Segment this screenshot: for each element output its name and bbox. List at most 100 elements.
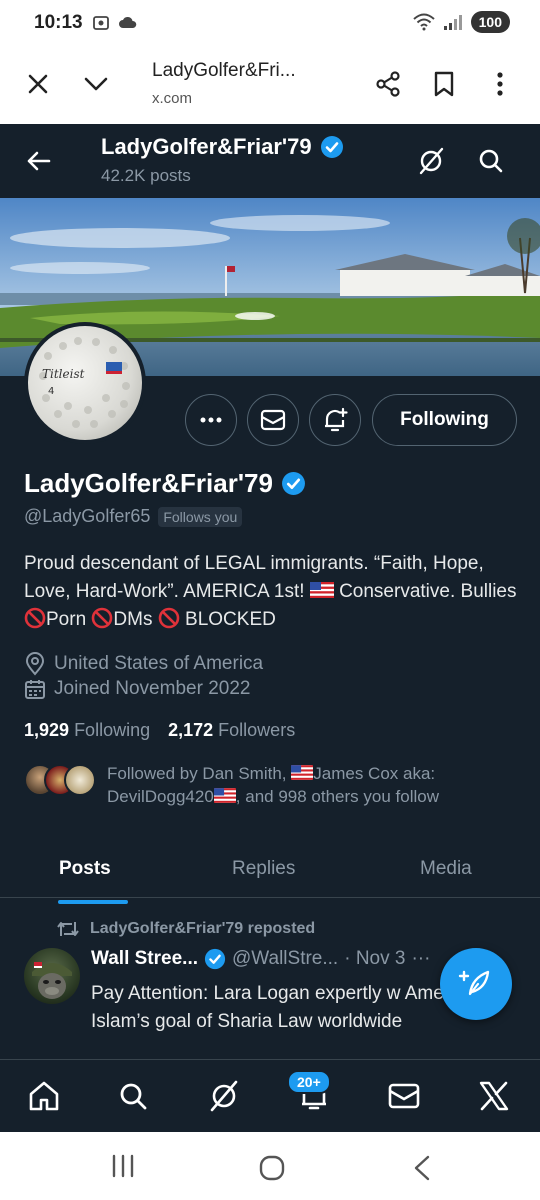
tweet-author-handle[interactable]: @WallStre... bbox=[232, 948, 338, 970]
close-tab-button[interactable] bbox=[18, 64, 58, 104]
nav-x-premium[interactable] bbox=[476, 1078, 512, 1114]
profile-joined: Joined November 2022 bbox=[24, 678, 250, 700]
message-button[interactable] bbox=[247, 394, 299, 446]
repost-icon bbox=[57, 922, 79, 936]
profile-tabs: Posts Replies Media bbox=[0, 846, 540, 898]
following-stat[interactable]: 1,929 Following bbox=[24, 720, 150, 741]
status-right: 100 bbox=[412, 11, 510, 33]
nav-grok[interactable] bbox=[206, 1078, 242, 1114]
tweet-more-button[interactable]: ··· bbox=[411, 948, 430, 970]
tweet-author-name[interactable]: Wall Stree... bbox=[91, 948, 198, 970]
grok-button[interactable] bbox=[414, 144, 448, 178]
tab-replies[interactable]: Replies bbox=[232, 858, 295, 880]
prohibited-icon bbox=[24, 607, 46, 629]
followed-by-text: Followed by Dan Smith, James Cox aka: De… bbox=[107, 762, 517, 808]
minimize-button[interactable] bbox=[76, 64, 116, 104]
more-horizontal-icon bbox=[200, 417, 222, 423]
tweet-date: · Nov 3 bbox=[344, 948, 406, 969]
recent-apps-button[interactable] bbox=[110, 1154, 140, 1182]
status-notification-icons bbox=[92, 14, 138, 32]
repost-label: LadyGolfer&Friar'79 reposted bbox=[90, 920, 316, 937]
x-logo-icon bbox=[479, 1081, 509, 1111]
system-navigation-bar bbox=[0, 1132, 540, 1200]
follows-you-badge: Follows you bbox=[158, 506, 243, 527]
bell-plus-icon bbox=[325, 407, 348, 432]
back-button[interactable] bbox=[22, 144, 56, 178]
search-icon bbox=[120, 1083, 147, 1110]
svg-text:4: 4 bbox=[48, 386, 54, 397]
mutual-avatars bbox=[24, 764, 96, 798]
bookmark-button[interactable] bbox=[424, 64, 464, 104]
tab-media[interactable]: Media bbox=[420, 858, 472, 880]
followers-stat[interactable]: 2,172 Followers bbox=[168, 720, 295, 741]
grok-icon bbox=[419, 147, 444, 175]
bio-text-blocked: BLOCKED bbox=[179, 609, 276, 630]
profile-location: United States of America bbox=[24, 652, 263, 676]
profile-top-nav: LadyGolfer&Friar'79 42.2K posts bbox=[0, 124, 540, 198]
more-actions-button[interactable] bbox=[185, 394, 237, 446]
search-button[interactable] bbox=[474, 144, 508, 178]
header-name-text: LadyGolfer&Friar'79 bbox=[101, 134, 312, 159]
compose-post-button[interactable] bbox=[440, 948, 512, 1020]
x-profile-app: LadyGolfer&Friar'79 42.2K posts Titleist… bbox=[0, 124, 540, 1132]
back-system-button[interactable] bbox=[410, 1154, 440, 1182]
home-system-button[interactable] bbox=[258, 1154, 288, 1182]
notifications-subscribe-button[interactable] bbox=[309, 394, 361, 446]
nav-home[interactable] bbox=[26, 1078, 62, 1114]
us-flag-icon bbox=[213, 788, 236, 803]
search-icon bbox=[479, 149, 503, 173]
golf-ball-image: Titleist 4 bbox=[39, 337, 130, 428]
ape-helmet-avatar bbox=[32, 962, 72, 999]
prohibited-icon bbox=[92, 607, 113, 629]
status-time: 10:13 bbox=[34, 12, 83, 33]
notifications-badge: 20+ bbox=[287, 1070, 331, 1094]
profile-display-name: LadyGolfer&Friar'79 bbox=[24, 468, 306, 499]
followers-label: Followers bbox=[218, 720, 296, 740]
followed-by-part-1: Followed by Dan Smith, bbox=[107, 764, 292, 783]
home-icon bbox=[29, 1081, 59, 1111]
home-circle-icon bbox=[259, 1155, 285, 1181]
header-profile-name: LadyGolfer&Friar'79 bbox=[101, 134, 344, 160]
more-options-button[interactable] bbox=[480, 64, 520, 104]
page-host[interactable]: x.com bbox=[152, 90, 192, 107]
followed-by-part-3: , and 998 others you follow bbox=[235, 787, 439, 806]
page-title[interactable]: LadyGolfer&Fri... bbox=[152, 60, 296, 82]
followed-by-row[interactable]: Followed by Dan Smith, James Cox aka: De… bbox=[24, 762, 524, 812]
wifi-icon bbox=[412, 13, 435, 31]
browser-toolbar: LadyGolfer&Fri... x.com bbox=[0, 46, 540, 124]
verified-badge-icon bbox=[204, 948, 226, 970]
display-name-text: LadyGolfer&Friar'79 bbox=[24, 468, 273, 498]
recent-apps-icon bbox=[112, 1154, 134, 1178]
envelope-icon bbox=[260, 409, 286, 431]
bio-text-dms: DMs bbox=[113, 609, 158, 630]
envelope-icon bbox=[388, 1083, 420, 1109]
share-icon bbox=[376, 71, 400, 97]
battery-badge: 100 bbox=[470, 11, 510, 33]
location-pin-icon bbox=[25, 652, 45, 676]
signal-icon bbox=[443, 15, 462, 30]
handle-row: @LadyGolfer65 Follows you bbox=[24, 506, 243, 527]
active-tab-indicator bbox=[58, 900, 128, 904]
following-count: 1,929 bbox=[24, 720, 70, 740]
bio-text-porn: Porn bbox=[46, 609, 92, 630]
tab-posts[interactable]: Posts bbox=[59, 858, 111, 880]
joined-text: Joined November 2022 bbox=[54, 678, 251, 699]
close-icon bbox=[28, 74, 48, 94]
mutual-avatar-3 bbox=[64, 764, 96, 796]
screenshot-icon bbox=[93, 16, 109, 30]
nav-messages[interactable] bbox=[386, 1078, 422, 1114]
chevron-left-icon bbox=[414, 1155, 430, 1181]
verified-badge-icon bbox=[320, 136, 343, 158]
repost-indicator[interactable]: LadyGolfer&Friar'79 reposted bbox=[56, 920, 315, 938]
profile-avatar[interactable]: Titleist 4 bbox=[24, 322, 146, 444]
share-button[interactable] bbox=[368, 64, 408, 104]
tweet-author-avatar[interactable] bbox=[24, 948, 80, 1004]
following-button[interactable]: Following bbox=[372, 394, 517, 446]
calendar-icon bbox=[25, 680, 45, 699]
vertical-dots-icon bbox=[497, 72, 503, 96]
nav-search[interactable] bbox=[115, 1078, 151, 1114]
following-label: Following bbox=[74, 720, 151, 740]
chevron-down-icon bbox=[84, 77, 108, 91]
prohibited-icon bbox=[158, 607, 180, 629]
bottom-navigation: 20+ bbox=[0, 1059, 540, 1132]
